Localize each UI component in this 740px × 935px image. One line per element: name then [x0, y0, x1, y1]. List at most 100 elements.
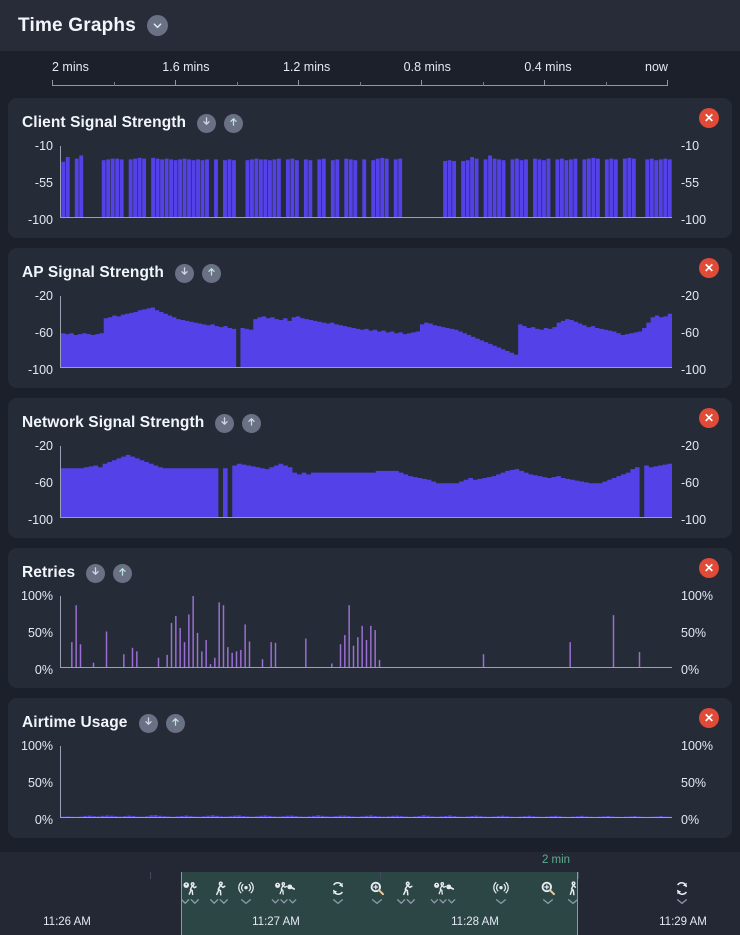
chevron-down-icon[interactable]	[493, 898, 510, 905]
y-axis-left: -20-60-100	[8, 440, 60, 528]
y-tick-label: -100	[28, 213, 53, 227]
y-tick-label: 0%	[35, 813, 53, 827]
timeline-event[interactable]	[209, 880, 229, 905]
triple-chevron-down-icon[interactable]	[430, 898, 456, 905]
timeline-time-labels: 11:26 AM11:27 AM11:28 AM11:29 AM	[0, 916, 740, 930]
chevron-down-icon[interactable]	[369, 898, 386, 905]
close-panel-button[interactable]: ✕	[699, 258, 719, 278]
timeline-event[interactable]	[369, 880, 386, 905]
y-axis-right: -20-60-100	[672, 440, 732, 528]
timeline-event[interactable]	[238, 880, 255, 905]
timeline-tick	[150, 872, 151, 879]
panel-title: Network Signal Strength	[22, 414, 204, 432]
y-axis-right: -20-60-100	[672, 290, 732, 378]
close-panel-button[interactable]: ✕	[699, 408, 719, 428]
roaming-group-icon	[430, 880, 456, 897]
chart-plot[interactable]	[60, 596, 672, 668]
y-tick-label: -10	[681, 139, 699, 153]
y-tick-label: -60	[35, 476, 53, 490]
timeline-event[interactable]	[674, 880, 691, 905]
triple-chevron-down-icon[interactable]	[271, 898, 297, 905]
chart-plot[interactable]	[60, 296, 672, 368]
downlink-toggle-button[interactable]	[197, 114, 216, 133]
panel-header: Client Signal Strength	[8, 108, 732, 136]
close-panel-button[interactable]: ✕	[699, 708, 719, 728]
ruler-tick	[175, 80, 176, 86]
downlink-toggle-button[interactable]	[86, 564, 105, 583]
chart-area: -20-60-100 -20-60-100	[8, 286, 732, 378]
close-panel-button[interactable]: ✕	[699, 558, 719, 578]
panel-title: Airtime Usage	[22, 714, 128, 732]
graph-panel: AP Signal Strength ✕ -20-60-100 -20-60-100	[8, 248, 732, 388]
double-chevron-down-icon[interactable]	[396, 898, 416, 905]
panel-title: AP Signal Strength	[22, 264, 164, 282]
roaming-add-icon	[180, 880, 200, 897]
event-timeline[interactable]: 2 min 11:26 AM11:27 AM11:28 AM11:29 AM	[0, 852, 740, 935]
chart-area: -10-55-100-10-55-100	[8, 136, 732, 228]
y-tick-label: -60	[681, 326, 699, 340]
chevron-down-icon[interactable]	[674, 898, 691, 905]
uplink-toggle-button[interactable]	[202, 264, 221, 283]
ruler-label: 2 mins	[52, 60, 89, 74]
y-tick-label: -100	[681, 213, 706, 227]
y-tick-label: 50%	[28, 626, 53, 640]
y-tick-label: -60	[681, 476, 699, 490]
timeline-event[interactable]	[180, 880, 200, 905]
timeline-time-label: 11:29 AM	[659, 916, 707, 928]
chart-plot[interactable]	[60, 746, 672, 818]
timeline-event[interactable]	[396, 880, 416, 905]
double-chevron-down-icon[interactable]	[209, 898, 229, 905]
chevron-down-icon[interactable]	[567, 898, 580, 905]
timeline-tick	[380, 872, 381, 879]
y-tick-label: 50%	[28, 776, 53, 790]
close-icon: ✕	[704, 112, 714, 124]
page-title: Time Graphs	[18, 15, 136, 37]
y-tick-label: 0%	[681, 813, 699, 827]
uplink-toggle-button[interactable]	[242, 414, 261, 433]
y-axis-right: 100%50%0%	[672, 740, 732, 828]
downlink-toggle-button[interactable]	[139, 714, 158, 733]
ruler-tick	[52, 80, 53, 86]
arrow-up-icon	[206, 264, 217, 282]
timeline-time-label: 11:27 AM	[252, 916, 300, 928]
roaming-icon	[396, 880, 416, 897]
chart-plot[interactable]	[60, 146, 672, 218]
collapse-toggle-button[interactable]	[147, 15, 168, 36]
uplink-toggle-button[interactable]	[224, 114, 243, 133]
chevron-down-icon[interactable]	[238, 898, 255, 905]
chevron-down-icon[interactable]	[330, 898, 347, 905]
ruler-label: 0.4 mins	[524, 60, 571, 74]
uplink-toggle-button[interactable]	[113, 564, 132, 583]
downlink-toggle-button[interactable]	[215, 414, 234, 433]
y-tick-label: -55	[35, 176, 53, 190]
downlink-toggle-button[interactable]	[175, 264, 194, 283]
y-axis-left: -20-60-100	[8, 290, 60, 378]
timeline-event[interactable]	[567, 880, 580, 905]
uplink-toggle-button[interactable]	[166, 714, 185, 733]
zoom-scan-icon	[540, 880, 557, 897]
y-tick-label: -100	[28, 363, 53, 377]
timeline-event[interactable]	[540, 880, 557, 905]
close-panel-button[interactable]: ✕	[699, 108, 719, 128]
timeline-event[interactable]	[330, 880, 347, 905]
chart-plot[interactable]	[60, 446, 672, 518]
y-tick-label: 0%	[35, 663, 53, 677]
chart-area: 100%50%0%100%50%0%	[8, 736, 732, 828]
y-tick-label: -55	[681, 176, 699, 190]
panel-header: Network Signal Strength	[8, 408, 732, 436]
timeline-event[interactable]	[271, 880, 297, 905]
double-chevron-down-icon[interactable]	[180, 898, 200, 905]
roaming-group-icon	[271, 880, 297, 897]
timeline-event[interactable]	[493, 880, 510, 905]
timeline-event[interactable]	[430, 880, 456, 905]
close-icon: ✕	[704, 412, 714, 424]
ruler-label: 0.8 mins	[404, 60, 451, 74]
zoom-scan-icon	[369, 880, 386, 897]
close-icon: ✕	[704, 262, 714, 274]
panel-header: Retries	[8, 558, 732, 586]
ruler-label: now	[645, 60, 668, 74]
ruler-tick	[544, 80, 545, 86]
arrow-down-icon	[219, 414, 230, 432]
ruler-tick-minor	[483, 82, 484, 86]
chevron-down-icon[interactable]	[540, 898, 557, 905]
